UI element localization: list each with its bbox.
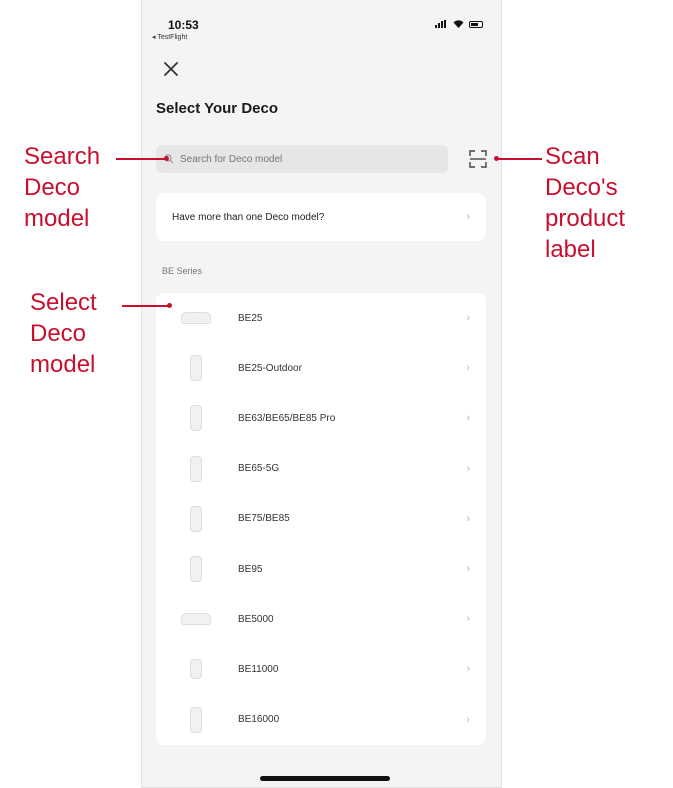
device-image [174, 604, 218, 634]
search-input[interactable] [180, 153, 420, 165]
wifi-icon [453, 20, 464, 28]
model-name: BE5000 [238, 613, 274, 625]
chevron-right-icon: › [466, 512, 470, 525]
chevron-right-icon: › [466, 412, 470, 425]
model-item-be5000[interactable]: BE5000 › [156, 594, 486, 644]
device-image [174, 554, 218, 584]
device-image [174, 654, 218, 684]
device-image [174, 504, 218, 534]
annotation-search-line [116, 158, 166, 160]
device-image [174, 454, 218, 484]
model-name: BE25 [238, 312, 263, 324]
chevron-right-icon: › [466, 563, 470, 576]
model-name: BE75/BE85 [238, 513, 290, 525]
annotation-search-dot [164, 156, 169, 161]
model-item-be11000[interactable]: BE11000 › [156, 644, 486, 694]
model-name: BE25-Outdoor [238, 362, 302, 374]
chevron-right-icon: › [466, 362, 470, 375]
device-image [174, 353, 218, 383]
model-item-be75-be85[interactable]: BE75/BE85 › [156, 494, 486, 544]
multiple-models-option[interactable]: Have more than one Deco model? › [156, 193, 486, 241]
device-image [174, 303, 218, 333]
series-heading: BE Series [162, 266, 203, 276]
phone-screen: 10:53 ◂ TestFlight Select Your Deco Have… [141, 0, 502, 788]
model-name: BE65-5G [238, 463, 280, 475]
chevron-right-icon: › [466, 312, 470, 325]
page-title: Select Your Deco [156, 100, 278, 117]
chevron-right-icon: › [466, 613, 470, 626]
model-item-be25[interactable]: BE25 › [156, 293, 486, 343]
model-item-be16000[interactable]: BE16000 › [156, 695, 486, 745]
model-name: BE11000 [238, 663, 279, 675]
cellular-signal-icon [435, 20, 448, 28]
model-list: BE25 › BE25-Outdoor › BE63/BE65/BE85 Pro… [156, 293, 486, 745]
model-item-be95[interactable]: BE95 › [156, 544, 486, 594]
close-icon[interactable] [160, 58, 182, 80]
annotation-scan-line [497, 158, 542, 160]
battery-icon [469, 20, 483, 28]
annotation-search: Search Deco model [24, 143, 101, 232]
model-name: BE16000 [238, 714, 280, 726]
annotation-select: Select Deco model [30, 289, 97, 378]
status-time: 10:53 [168, 18, 199, 32]
annotation-scan: Scan Deco's product label [545, 143, 626, 263]
chevron-right-icon: › [466, 713, 470, 726]
device-image [174, 403, 218, 433]
status-icons [435, 20, 483, 28]
scan-label-icon[interactable] [467, 148, 489, 170]
model-item-be63-be65-be85-pro[interactable]: BE63/BE65/BE85 Pro › [156, 393, 486, 443]
model-item-be65-5g[interactable]: BE65-5G › [156, 444, 486, 494]
back-to-app-link[interactable]: ◂ TestFlight [152, 33, 187, 41]
annotation-select-line [122, 305, 170, 307]
model-name: BE95 [238, 563, 263, 575]
chevron-right-icon: › [466, 663, 470, 676]
multiple-models-label: Have more than one Deco model? [172, 211, 325, 223]
model-item-be25-outdoor[interactable]: BE25-Outdoor › [156, 343, 486, 393]
annotation-select-dot [167, 303, 172, 308]
chevron-right-icon: › [466, 462, 470, 475]
device-image [174, 705, 218, 735]
chevron-right-icon: › [466, 211, 470, 223]
model-name: BE63/BE65/BE85 Pro [238, 412, 336, 424]
home-indicator [260, 776, 390, 781]
annotation-scan-dot [494, 156, 499, 161]
search-field[interactable] [156, 145, 448, 173]
